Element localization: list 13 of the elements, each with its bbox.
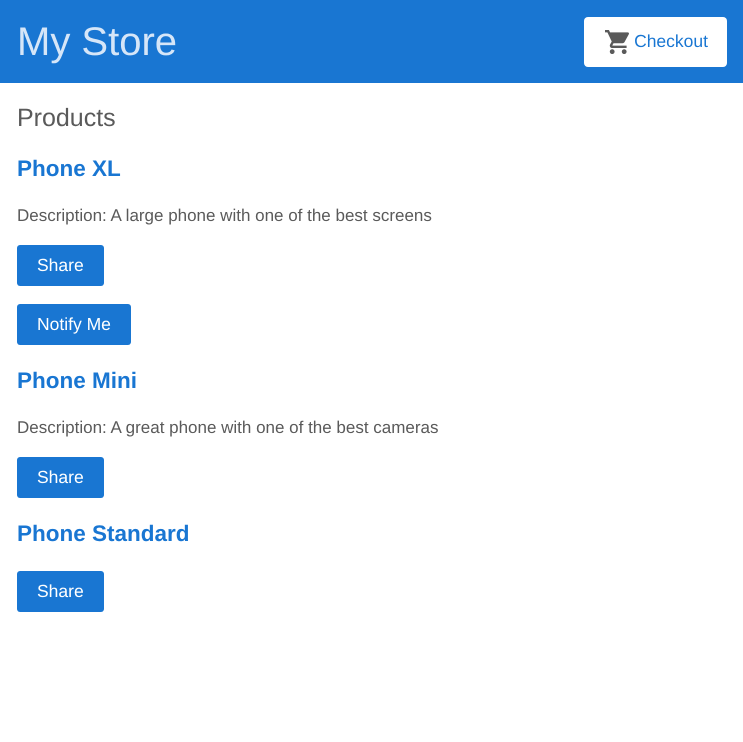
store-title[interactable]: My Store	[17, 18, 178, 64]
product-name-link[interactable]: Phone XL	[17, 156, 121, 182]
checkout-button[interactable]: Checkout	[584, 16, 727, 66]
product-name-link[interactable]: Phone Standard	[17, 521, 190, 547]
product-description: Description: A great phone with one of the best cameras	[17, 418, 438, 438]
share-button[interactable]: Share	[17, 457, 104, 498]
share-button[interactable]: Share	[17, 571, 104, 612]
product-description: Description: A large phone with one of the best screens	[17, 206, 432, 226]
share-button[interactable]: Share	[17, 245, 104, 286]
section-heading: Products	[17, 104, 116, 132]
product-name-link[interactable]: Phone Mini	[17, 368, 137, 394]
notify-button[interactable]: Notify Me	[17, 304, 131, 345]
shopping-cart-icon	[605, 30, 630, 54]
